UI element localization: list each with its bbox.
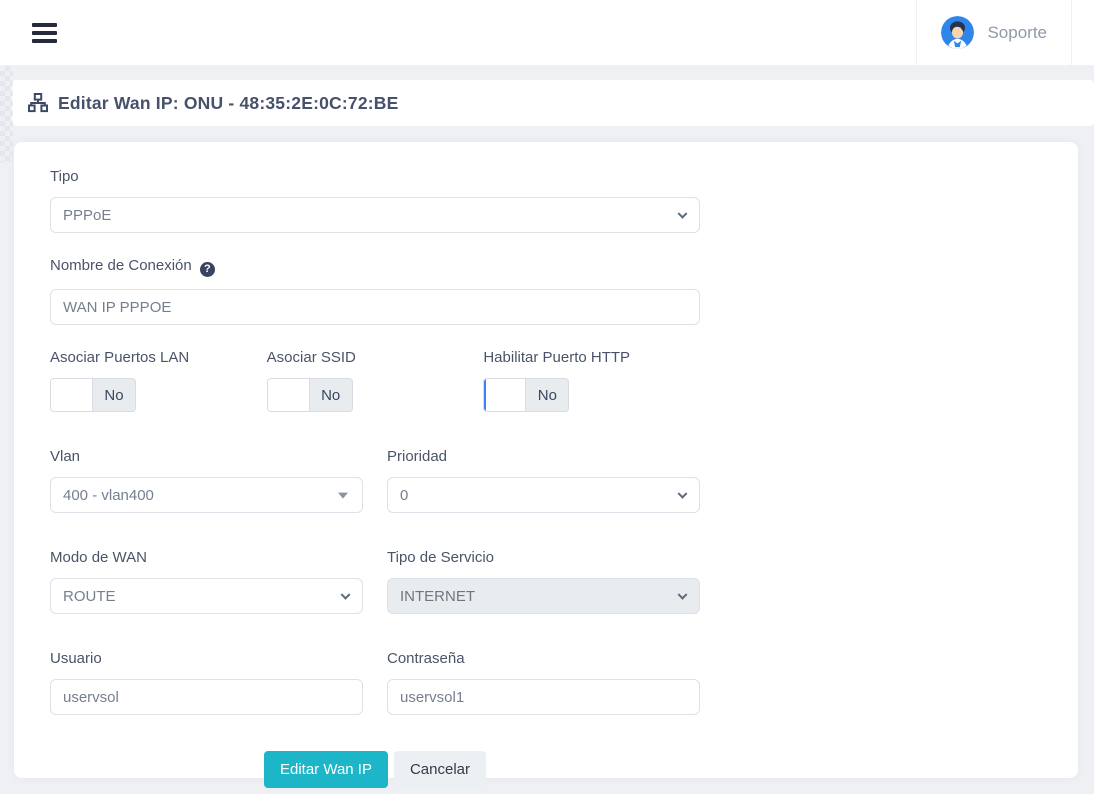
contrasena-label: Contraseña: [387, 650, 700, 667]
question-circle-icon[interactable]: ?: [200, 262, 215, 277]
breadcrumb: Editar Wan IP: ONU - 48:35:2E:0C:72:BE: [12, 80, 1094, 126]
vlan-label: Vlan: [50, 448, 363, 465]
toggle-knob: [484, 379, 526, 411]
avatar-icon: [941, 16, 974, 49]
page-title: Editar Wan IP: ONU - 48:35:2E:0C:72:BE: [58, 93, 399, 114]
usuario-input[interactable]: [50, 679, 363, 715]
hamburger-menu-icon[interactable]: [32, 23, 57, 43]
sitemap-icon: [28, 93, 48, 113]
tipo-servicio-select: INTERNET: [387, 578, 700, 614]
edit-wan-ip-card: Tipo PPPoE Nombre de Conexión ?: [14, 142, 1078, 778]
asociar-puertos-lan-toggle[interactable]: No: [50, 378, 136, 412]
cancelar-button[interactable]: Cancelar: [394, 751, 486, 788]
contrasena-input[interactable]: [387, 679, 700, 715]
habilitar-puerto-http-label: Habilitar Puerto HTTP: [483, 349, 700, 366]
toggle-knob: [51, 379, 93, 411]
user-name-label: Soporte: [987, 23, 1047, 43]
prioridad-label: Prioridad: [387, 448, 700, 465]
asociar-ssid-label: Asociar SSID: [267, 349, 484, 366]
tipo-servicio-label: Tipo de Servicio: [387, 549, 700, 566]
nombre-conexion-label: Nombre de Conexión ?: [50, 257, 700, 277]
editar-wan-ip-button[interactable]: Editar Wan IP: [264, 751, 388, 788]
tipo-label: Tipo: [50, 168, 700, 185]
tipo-select[interactable]: PPPoE: [50, 197, 700, 233]
asociar-ssid-toggle[interactable]: No: [267, 378, 353, 412]
edit-wan-ip-form: Tipo PPPoE Nombre de Conexión ?: [14, 142, 700, 788]
top-navbar: Soporte: [0, 0, 1094, 66]
modo-wan-select[interactable]: ROUTE: [50, 578, 363, 614]
modo-wan-label: Modo de WAN: [50, 549, 363, 566]
user-menu[interactable]: Soporte: [916, 0, 1072, 66]
main-content: Editar Wan IP: ONU - 48:35:2E:0C:72:BE T…: [12, 80, 1094, 778]
asociar-puertos-lan-label: Asociar Puertos LAN: [50, 349, 267, 366]
dropdown-arrow-icon: [338, 493, 348, 499]
usuario-label: Usuario: [50, 650, 363, 667]
user-avatar: [941, 16, 974, 49]
prioridad-select[interactable]: 0: [387, 477, 700, 513]
vlan-select[interactable]: 400 - vlan400: [50, 477, 363, 513]
habilitar-puerto-http-toggle[interactable]: No: [483, 378, 569, 412]
nombre-conexion-input[interactable]: [50, 289, 700, 325]
toggle-knob: [268, 379, 310, 411]
